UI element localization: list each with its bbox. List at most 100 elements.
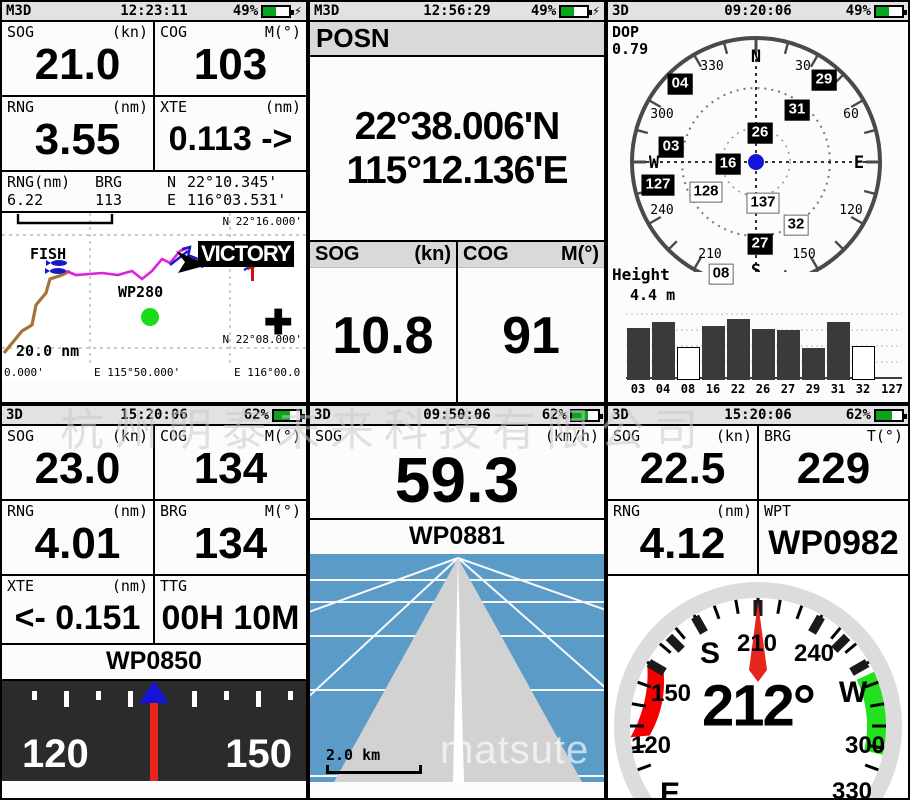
cursor-crosshair-icon[interactable]: ✚ xyxy=(264,306,293,341)
svg-text:60: 60 xyxy=(843,107,859,122)
satellite-marker[interactable]: 16 xyxy=(715,153,741,175)
cell-unit: (nm) xyxy=(264,98,301,116)
cell-rng[interactable]: RNG (nm) 4.12 xyxy=(608,501,757,576)
svg-text:30: 30 xyxy=(795,59,811,74)
dial-label-W: W xyxy=(838,676,868,709)
cell-sog[interactable]: SOG (kn) 21.0 xyxy=(2,22,153,97)
sky-plot[interactable]: N E S W 30 60 120 150 210 240 300 330 04… xyxy=(608,22,908,285)
cell-sog[interactable]: SOG (kn) 10.8 xyxy=(310,242,456,402)
satellite-marker[interactable]: 128 xyxy=(689,181,723,203)
satellite-marker[interactable]: 127 xyxy=(641,174,675,196)
battery-percent: 62% xyxy=(845,407,871,423)
dial-label-E: E xyxy=(659,777,681,800)
rng-header: RNG(nm) xyxy=(7,173,71,191)
satellite-marker[interactable]: 31 xyxy=(784,99,810,121)
status-bar-highway: 3D 09:50:06 62% xyxy=(310,406,604,426)
snr-tick-label: 26 xyxy=(755,382,771,396)
clock: 12:56:29 xyxy=(423,3,491,19)
battery-icon xyxy=(261,4,295,18)
cell-rng[interactable]: RNG (nm) 4.01 xyxy=(2,501,153,576)
satellite-marker[interactable]: 26 xyxy=(747,122,773,144)
chart-scale-label: 20.0 nm xyxy=(16,342,80,360)
cell-cog[interactable]: COG M(°) 91 xyxy=(456,242,604,402)
dop-readout: DOP 0.79 xyxy=(612,23,648,59)
cell-ttg[interactable]: TTG 00H 10M xyxy=(153,576,306,645)
satellite-marker[interactable]: 04 xyxy=(667,73,693,95)
satellite-marker[interactable]: 137 xyxy=(746,192,780,214)
cell-brg[interactable]: BRG M(°) 134 xyxy=(153,501,306,576)
status-bar-satellites: 3D 09:20:06 49% xyxy=(608,2,908,22)
hsi-cell-row-3: XTE (nm) <- 0.151 TTG 00H 10M xyxy=(2,576,306,645)
cell-label: SOG xyxy=(315,243,360,265)
snr-tick-label: 04 xyxy=(655,382,671,396)
chart-waypoint-label: WP280 xyxy=(118,283,164,301)
fix-mode: 3D xyxy=(612,3,629,19)
posn-readout[interactable]: 22°38.006'N 115°12.136'E xyxy=(310,57,604,242)
longitude-value: 115°12.136'E xyxy=(346,148,568,192)
panel-position: M3D 12:56:29 49% ⚡ POSN 22°38.006'N 115°… xyxy=(308,0,606,404)
height-value: 4.4 m xyxy=(630,286,676,304)
gps-display-grid: M3D 12:23:11 49% ⚡ SOG (kn) 21.0 COG M(°) … xyxy=(0,0,910,800)
cell-xte[interactable]: XTE (nm) 0.113 -> xyxy=(153,97,306,172)
snr-tick-label: 27 xyxy=(780,382,796,396)
fix-mode: M3D xyxy=(6,3,32,19)
hsi-course-bar[interactable]: 120 150 xyxy=(2,681,306,781)
battery-icon xyxy=(874,408,907,422)
cell-unit: M(°) xyxy=(561,243,599,265)
snr-axis-labels: 03 04 08 16 22 26 27 29 31 32 127 xyxy=(626,382,903,400)
cell-value: 103 xyxy=(193,40,268,89)
dial-label-210: 210 xyxy=(736,630,778,657)
satellite-marker[interactable]: 32 xyxy=(783,214,809,236)
highway-perspective-view[interactable]: 2.0 km xyxy=(310,554,604,782)
chart-lat-top-label: N 22°16.000' xyxy=(222,215,302,228)
panel-satellites: 3D 09:20:06 49% DOP 0.79 N E S W 30 60 1… xyxy=(606,0,910,404)
cell-xte[interactable]: XTE (nm) <- 0.151 xyxy=(2,576,153,645)
satellite-marker[interactable]: 27 xyxy=(747,233,773,255)
satellite-marker[interactable]: 03 xyxy=(658,136,684,158)
compass-cell-row-1: SOG (kn) 22.5 BRG T(°) 229 xyxy=(608,426,908,501)
cell-sog[interactable]: SOG (kn) 22.5 xyxy=(608,426,757,501)
rng-value: 6.22 xyxy=(7,191,44,209)
hsi-left-value: 120 xyxy=(22,732,89,776)
dial-label-240: 240 xyxy=(793,640,835,667)
brg-value: 113 xyxy=(95,191,123,209)
cell-unit: M(°) xyxy=(264,23,301,41)
status-bar-nav-hsi: 3D 15:20:06 62% xyxy=(2,406,306,426)
svg-text:E: E xyxy=(854,153,864,173)
battery-percent: 49% xyxy=(232,3,259,19)
chart-plotter-view[interactable]: N 22°16.000' N 22°08.000' FISH WP280 VIC… xyxy=(2,213,306,380)
satellite-marker[interactable]: 08 xyxy=(708,263,734,285)
compass-gauge[interactable]: 212° 210 240 S W 150 120 300 E 330 xyxy=(608,576,908,800)
height-label: Height xyxy=(612,265,670,284)
snr-tick-label: 16 xyxy=(705,382,721,396)
battery-icon xyxy=(874,4,907,18)
cell-unit: (kn) xyxy=(111,23,148,41)
cell-value: 10.8 xyxy=(332,307,434,365)
cell-wpt[interactable]: WPT WP0982 xyxy=(757,501,908,576)
svg-text:S: S xyxy=(751,261,761,272)
cell-cog[interactable]: COG M(°) 103 xyxy=(153,22,306,97)
panel-highway: 3D 09:50:06 62% SOG (km/h) 59.3 WP0881 2… xyxy=(308,404,606,800)
longitude-value: 116°03.531' xyxy=(187,191,287,209)
snr-tick-label: 32 xyxy=(855,382,871,396)
cell-value: 23.0 xyxy=(34,444,121,493)
highway-sog-box[interactable]: SOG (km/h) 59.3 xyxy=(310,426,604,520)
highway-scale-label: 2.0 km xyxy=(326,746,381,764)
cell-label: SOG xyxy=(7,427,35,445)
satellite-marker[interactable]: 29 xyxy=(811,69,837,91)
active-waypoint[interactable]: WP0850 xyxy=(2,645,306,681)
dial-label-330: 330 xyxy=(831,778,873,800)
cell-cog[interactable]: COG M(°) 134 xyxy=(153,426,306,501)
cell-value: 4.12 xyxy=(639,519,726,568)
position-summary-block: RNG(nm) BRG N 22°10.345' 6.22 113 E 116°… xyxy=(2,172,306,213)
svg-text:120: 120 xyxy=(839,203,862,218)
cell-label: SOG xyxy=(613,427,641,445)
cell-rng[interactable]: RNG (nm) 3.55 xyxy=(2,97,153,172)
cell-value: <- 0.151 xyxy=(14,599,141,637)
cell-label: RNG xyxy=(613,502,641,520)
cell-sog[interactable]: SOG (kn) 23.0 xyxy=(2,426,153,501)
active-waypoint[interactable]: WP0881 xyxy=(310,520,604,554)
snr-tick-label: 29 xyxy=(805,382,821,396)
cell-brg[interactable]: BRG T(°) 229 xyxy=(757,426,908,501)
sog-label: SOG xyxy=(315,427,343,445)
